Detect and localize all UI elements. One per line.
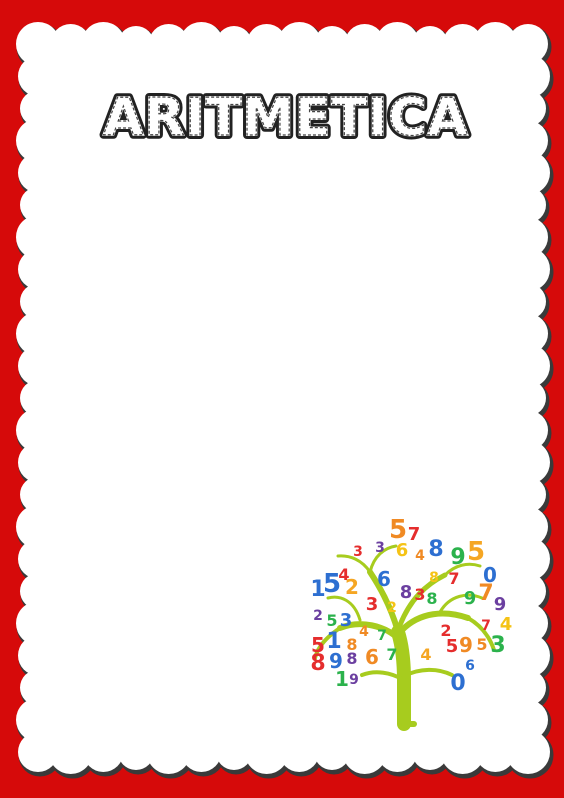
tree-number: 8 [426, 589, 437, 608]
tree-number: 8 [310, 651, 325, 676]
tree-number: 3 [414, 585, 425, 604]
tree-number: 8 [429, 570, 439, 586]
tree-number: 9 [494, 594, 507, 615]
page-frame: ARITMETICA ARITMETICA ARITMETICA 5 73 6 … [0, 0, 564, 798]
tree-number: 6 [396, 540, 409, 561]
tree-number: 3 [366, 594, 379, 615]
tree-number: 7 [448, 569, 459, 588]
tree-number: 7 [377, 628, 387, 644]
tree-number: 8 [428, 537, 443, 562]
page-title-stitch: ARITMETICA [103, 88, 469, 148]
tree-number: 4 [415, 548, 425, 564]
tree-number: 8 [400, 582, 413, 603]
tree-number: 9 [459, 633, 473, 657]
tree-number: 6 [377, 567, 391, 591]
tree-number: 4 [359, 624, 369, 640]
tree-number: 7 [481, 618, 491, 634]
tree-number: 7 [478, 581, 493, 606]
tree-number: 8 [346, 649, 357, 668]
tree-number: 4 [338, 565, 349, 584]
tree-number: 6 [465, 658, 475, 674]
tree-number: 2 [313, 608, 323, 624]
tree-number: 7 [408, 524, 421, 545]
tree-number: 1 [335, 667, 349, 691]
tree-number: 2 [387, 600, 397, 616]
tree-number: 6 [365, 645, 379, 669]
tree-number: 9 [349, 672, 359, 688]
tree-number: 4 [500, 614, 513, 635]
tree-number: 4 [420, 645, 431, 664]
tree-number: 5 [326, 611, 337, 630]
tree-number: 3 [375, 540, 385, 556]
tree-number: 5 [476, 635, 487, 654]
title-group: ARITMETICA ARITMETICA ARITMETICA [99, 84, 472, 152]
tree-number: 3 [490, 633, 505, 658]
tree-number: 3 [340, 610, 353, 631]
tree-number: 9 [450, 545, 465, 570]
tree-number: 0 [450, 671, 465, 696]
page-canvas: ARITMETICA ARITMETICA ARITMETICA 5 7 3 6… [0, 0, 564, 798]
tree-number: 3 [353, 544, 363, 560]
tree-number: 2 [440, 621, 451, 640]
tree-number: 7 [386, 645, 397, 664]
tree-number: 9 [464, 588, 477, 609]
